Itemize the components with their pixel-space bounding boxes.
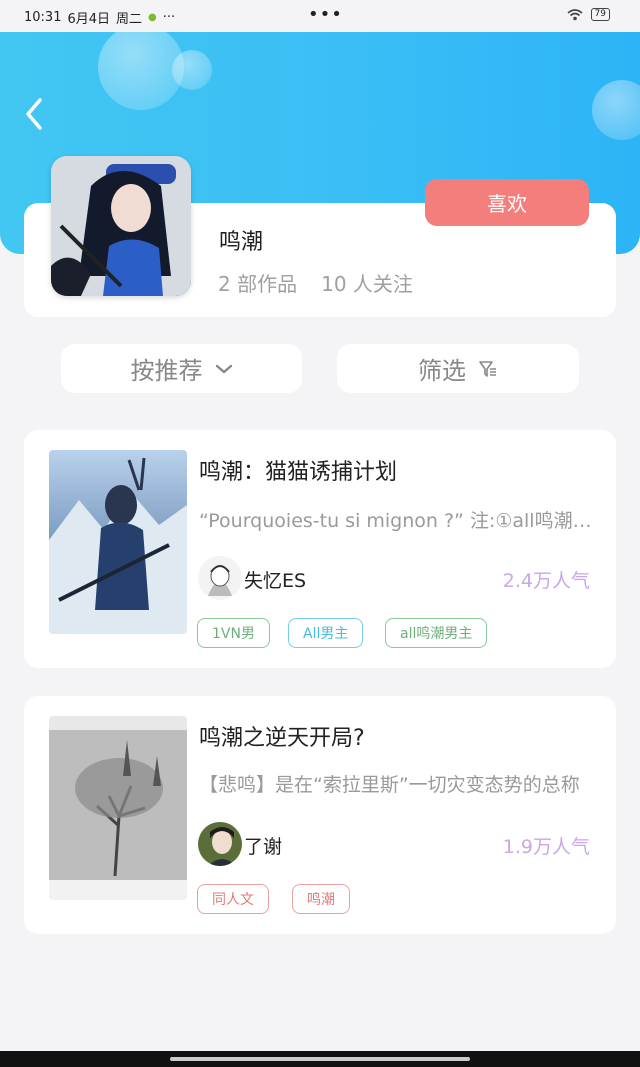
work-card[interactable]: 鸣潮之逆天开局? 【悲鸣】是在“索拉里斯”一切灾变态势的总称 了谢 1.9万人气…: [24, 696, 616, 934]
avatar-illustration: [51, 156, 191, 296]
tag[interactable]: 1VN男: [197, 618, 270, 648]
author-avatar[interactable]: [198, 556, 242, 600]
tag[interactable]: 鸣潮: [292, 884, 350, 914]
bubble-decoration: [592, 80, 640, 140]
author-name[interactable]: 了谢: [244, 832, 282, 859]
cover-illustration: [49, 716, 187, 900]
status-time: 10:31: [24, 10, 62, 25]
author-avatar[interactable]: [198, 822, 242, 866]
author-name[interactable]: 失忆ES: [244, 566, 306, 593]
cover-illustration: [49, 450, 187, 634]
followers-count: 10 人关注: [321, 272, 413, 296]
filter-label: 筛选: [418, 357, 466, 385]
profile-stats: 2 部作品 10 人关注: [218, 268, 413, 297]
filter-button[interactable]: 筛选: [337, 344, 579, 393]
wifi-icon: [567, 8, 583, 20]
multitask-dots[interactable]: •••: [308, 4, 343, 25]
back-arrow-icon[interactable]: [22, 96, 50, 132]
bubble-decoration: [172, 50, 212, 90]
sort-dropdown[interactable]: 按推荐: [61, 344, 302, 393]
work-title[interactable]: 鸣潮之逆天开局?: [199, 720, 365, 752]
work-cover[interactable]: [49, 450, 187, 634]
battery-icon: 79: [590, 8, 610, 21]
author-avatar-image: [198, 822, 242, 866]
work-cover[interactable]: [49, 716, 187, 900]
tag[interactable]: All男主: [288, 618, 364, 648]
work-description: 【悲鸣】是在“索拉里斯”一切灾变态势的总称: [199, 774, 580, 796]
profile-name: 鸣潮: [219, 230, 264, 255]
chevron-down-icon: [215, 364, 232, 373]
work-card[interactable]: 鸣潮：猫猫诱捕计划 “Pourquoies-tu si mignon ?” 注:…: [24, 430, 616, 668]
work-title[interactable]: 鸣潮：猫猫诱捕计划: [199, 454, 397, 486]
status-left: 10:31 6月4日 周二 ● ···: [24, 8, 175, 27]
status-date: 6月4日: [67, 12, 111, 27]
author-avatar-image: [198, 556, 242, 600]
work-description: “Pourquoies-tu si mignon ?” 注:①all鸣潮男主: [199, 510, 599, 532]
sort-label: 按推荐: [130, 357, 203, 385]
tag[interactable]: all鸣潮男主: [385, 618, 488, 648]
tag[interactable]: 同人文: [197, 884, 269, 914]
status-right: 79: [567, 8, 610, 21]
popularity-count: 2.4万人气: [502, 570, 590, 592]
profile-avatar: [51, 156, 191, 296]
popularity-count: 1.9万人气: [502, 836, 590, 858]
notification-icon: ●: [148, 12, 157, 23]
status-bar: 10:31 6月4日 周二 ● ··· ••• 79: [0, 0, 640, 32]
home-handle[interactable]: [170, 1057, 470, 1061]
like-button[interactable]: 喜欢: [425, 179, 589, 226]
works-count: 2 部作品: [218, 272, 298, 296]
filter-icon: [479, 360, 496, 377]
status-weekday: 周二: [116, 12, 143, 27]
more-dots: ···: [162, 10, 176, 25]
